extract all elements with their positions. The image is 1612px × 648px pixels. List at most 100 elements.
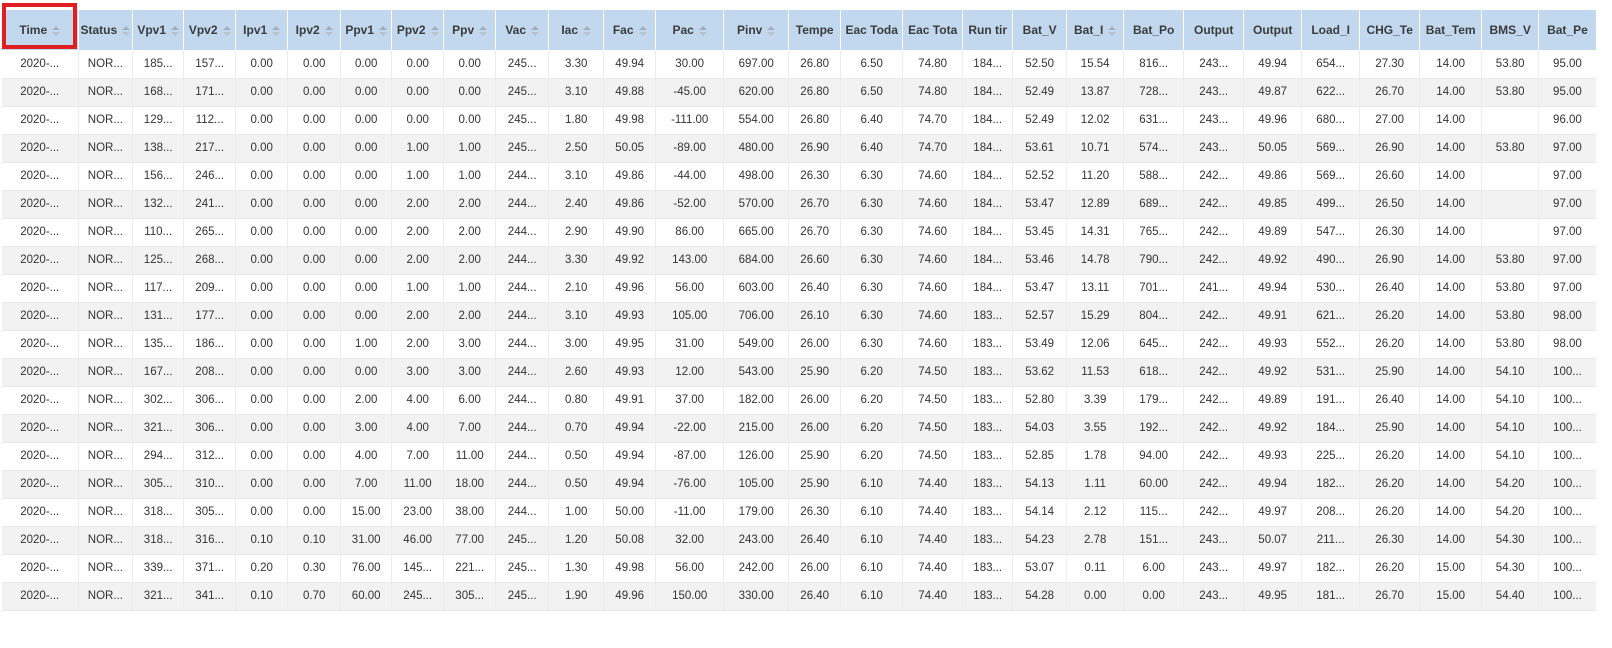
cell-bat_v: 52.85 — [1012, 442, 1068, 471]
column-header-eac_today[interactable]: Eac Toda — [840, 10, 904, 50]
cell-pac: -22.00 — [655, 414, 725, 443]
cell-run_time: 183... — [962, 470, 1014, 499]
cell-status: NOR... — [78, 386, 134, 415]
cell-fac: 49.94 — [603, 470, 657, 499]
column-header-eac_total[interactable]: Eac Tota — [902, 10, 964, 50]
cell-bat_v: 53.61 — [1012, 134, 1068, 163]
cell-ppv2: 2.00 — [391, 246, 445, 275]
cell-bms_v: 53.80 — [1481, 78, 1540, 107]
cell-load_i: 208... — [1301, 498, 1361, 527]
column-header-fac[interactable]: Fac — [603, 10, 657, 50]
cell-chg_temp: 26.40 — [1359, 386, 1421, 415]
cell-ppv1: 31.00 — [340, 526, 393, 555]
column-header-vpv2[interactable]: Vpv2 — [183, 10, 237, 50]
column-header-pinv[interactable]: Pinv — [723, 10, 790, 50]
column-header-pac[interactable]: Pac — [655, 10, 725, 50]
column-header-vpv1[interactable]: Vpv1 — [132, 10, 185, 50]
cell-ppv1: 0.00 — [340, 274, 393, 303]
cell-ppv2: 3.00 — [391, 358, 445, 387]
column-header-output_1[interactable]: Output — [1183, 10, 1245, 50]
column-header-run_time[interactable]: Run tir — [962, 10, 1014, 50]
cell-ppv: 0.00 — [443, 50, 497, 79]
column-header-bat_v[interactable]: Bat_V — [1012, 10, 1068, 50]
sort-icon — [698, 25, 707, 36]
cell-time: 2020-... — [2, 50, 79, 79]
column-header-ipv1[interactable]: Ipv1 — [235, 10, 289, 50]
cell-bms_v — [1481, 218, 1540, 247]
cell-output_1: 243... — [1183, 134, 1245, 163]
cell-vpv2: 171... — [183, 78, 237, 107]
cell-bat_temp: 15.00 — [1419, 554, 1483, 583]
column-header-ppv[interactable]: Ppv — [443, 10, 497, 50]
cell-ipv2: 0.00 — [287, 358, 342, 387]
cell-output_2: 49.92 — [1243, 414, 1303, 443]
column-header-chg_temp[interactable]: CHG_Te — [1359, 10, 1421, 50]
cell-status: NOR... — [78, 162, 134, 191]
cell-bms_v: 53.80 — [1481, 50, 1540, 79]
cell-run_time: 184... — [962, 106, 1014, 135]
cell-eac_total: 74.60 — [902, 190, 964, 219]
column-header-bat_power[interactable]: Bat_Po — [1123, 10, 1185, 50]
column-label: Eac Tota — [908, 23, 958, 37]
column-header-bat_i[interactable]: Bat_I — [1066, 10, 1125, 50]
cell-output_2: 50.07 — [1243, 526, 1303, 555]
cell-pac: -76.00 — [655, 470, 725, 499]
column-header-iac[interactable]: Iac — [548, 10, 605, 50]
cell-ipv1: 0.00 — [235, 106, 289, 135]
cell-ipv2: 0.10 — [287, 526, 342, 555]
cell-vpv1: 302... — [132, 386, 185, 415]
cell-vpv2: 341... — [183, 582, 237, 611]
cell-iac: 3.10 — [548, 302, 605, 331]
column-header-bms_v[interactable]: BMS_V — [1481, 10, 1540, 50]
cell-output_2: 49.97 — [1243, 498, 1303, 527]
cell-pinv: 549.00 — [723, 330, 790, 359]
cell-bat_temp: 14.00 — [1419, 50, 1483, 79]
cell-bat_power: 574... — [1123, 134, 1185, 163]
cell-bat_percent: 96.00 — [1538, 106, 1596, 135]
cell-status: NOR... — [78, 414, 134, 443]
cell-bat_temp: 14.00 — [1419, 414, 1483, 443]
column-header-load_i[interactable]: Load_I — [1301, 10, 1361, 50]
cell-output_1: 242... — [1183, 386, 1245, 415]
cell-temperature: 25.90 — [788, 470, 842, 499]
table-row: 2020-... NOR... 156... 246... 0.00 0.00 0.00 1.… — [2, 162, 1596, 191]
cell-iac: 3.10 — [548, 78, 605, 107]
cell-bat_power: 618... — [1123, 358, 1185, 387]
cell-fac: 49.98 — [603, 106, 657, 135]
cell-ipv1: 0.00 — [235, 246, 289, 275]
sort-icon — [430, 25, 439, 36]
cell-eac_today: 6.10 — [840, 470, 904, 499]
cell-load_i: 499... — [1301, 190, 1361, 219]
cell-ppv1: 0.00 — [340, 106, 393, 135]
cell-chg_temp: 26.40 — [1359, 274, 1421, 303]
column-header-ppv2[interactable]: Ppv2 — [391, 10, 445, 50]
column-header-vac[interactable]: Vac — [495, 10, 550, 50]
cell-bms_v: 54.10 — [1481, 386, 1540, 415]
cell-vpv1: 117... — [132, 274, 185, 303]
cell-eac_total: 74.70 — [902, 106, 964, 135]
column-header-temperature[interactable]: Tempe — [788, 10, 842, 50]
column-label: Run tir — [968, 23, 1008, 37]
cell-bat_temp: 15.00 — [1419, 582, 1483, 611]
cell-ppv: 305... — [443, 582, 497, 611]
cell-temperature: 25.90 — [788, 442, 842, 471]
column-header-output_2[interactable]: Output — [1243, 10, 1303, 50]
column-header-bat_percent[interactable]: Bat_Pe — [1538, 10, 1596, 50]
cell-iac: 3.10 — [548, 162, 605, 191]
cell-vac: 245... — [495, 50, 550, 79]
cell-chg_temp: 26.20 — [1359, 554, 1421, 583]
cell-vac: 244... — [495, 386, 550, 415]
column-header-bat_temp[interactable]: Bat_Tem — [1419, 10, 1483, 50]
table-row: 2020-... NOR... 138... 217... 0.00 0.00 0.00 1.… — [2, 134, 1596, 163]
cell-vpv1: 318... — [132, 526, 185, 555]
column-header-time[interactable]: Time — [2, 10, 79, 50]
cell-ppv2: 2.00 — [391, 330, 445, 359]
cell-pinv: 620.00 — [723, 78, 790, 107]
column-header-ppv1[interactable]: Ppv1 — [340, 10, 393, 50]
cell-ppv: 2.00 — [443, 302, 497, 331]
column-label: Output — [1194, 23, 1234, 37]
table-row: 2020-... NOR... 305... 310... 0.00 0.00 7.00 11… — [2, 470, 1596, 499]
cell-time: 2020-... — [2, 106, 79, 135]
column-header-ipv2[interactable]: Ipv2 — [287, 10, 342, 50]
column-header-status[interactable]: Status — [78, 10, 134, 50]
